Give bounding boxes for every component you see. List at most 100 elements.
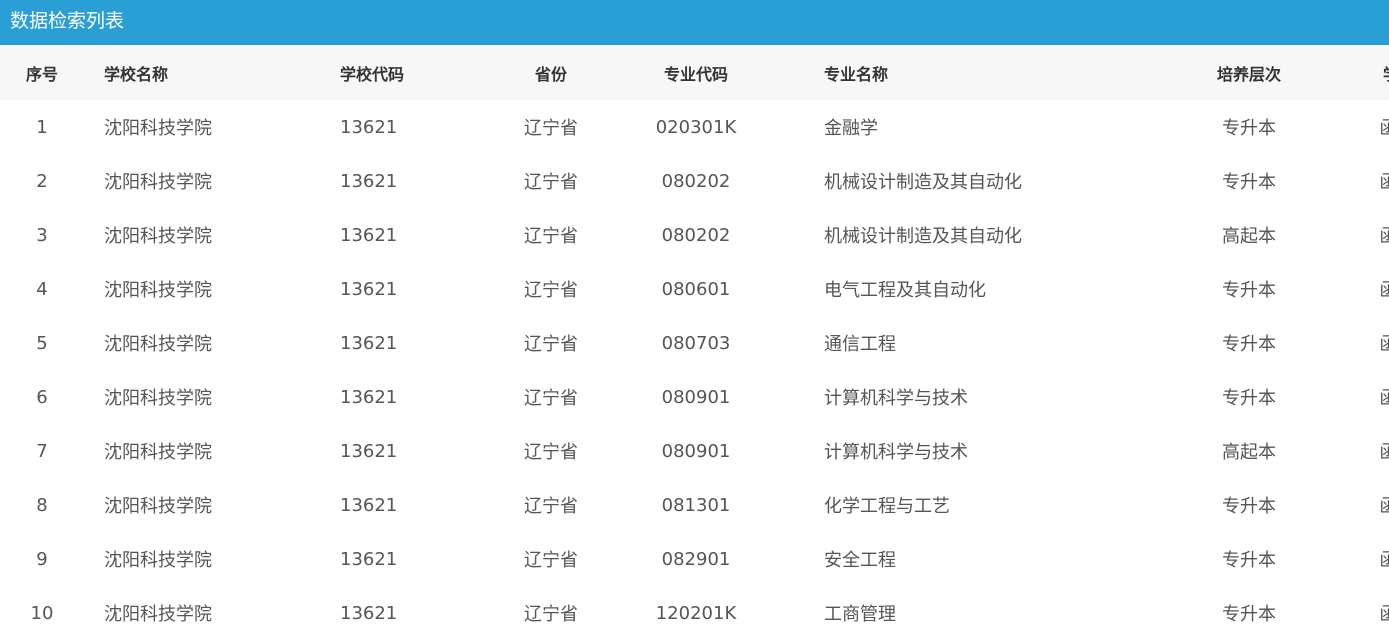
cell-province: 辽宁省 [524, 496, 578, 517]
table-row: 5 沈阳科技学院 13621 辽宁省 080703 通信工程 专升本 函授 [0, 316, 1389, 370]
column-header-province: 省份 [534, 64, 567, 84]
cell-major-name: 电气工程及其自动化 [824, 280, 986, 301]
data-table: 序号 学校名称 学校代码 省份 专业代码 专业名称 培养层次 学习形式 1 沈阳科… [0, 45, 1389, 640]
cell-province: 辽宁省 [524, 334, 578, 355]
table-row: 9 沈阳科技学院 13621 辽宁省 082901 安全工程 专升本 函授 [0, 532, 1389, 586]
cell-province: 辽宁省 [524, 604, 578, 625]
table-row: 6 沈阳科技学院 13621 辽宁省 080901 计算机科学与技术 专升本 函授 [0, 370, 1389, 424]
cell-school-name: 沈阳科技学院 [104, 388, 212, 409]
cell-major-name: 金融学 [824, 118, 878, 139]
cell-province: 辽宁省 [524, 550, 578, 571]
cell-major-code: 082901 [661, 548, 731, 570]
cell-province: 辽宁省 [524, 280, 578, 301]
table-row: 3 沈阳科技学院 13621 辽宁省 080202 机械设计制造及其自动化 高起本 函授 [0, 208, 1389, 262]
cell-school-code: 13621 [340, 278, 398, 300]
cell-index: 2 [36, 170, 48, 192]
column-header-school-name: 学校名称 [104, 64, 169, 84]
cell-level: 专升本 [1222, 550, 1276, 571]
column-header-study-mode: 学习形式 [1314, 45, 1389, 100]
cell-school-name: 沈阳科技学院 [104, 496, 212, 517]
column-header-index: 序号 [25, 64, 58, 84]
cell-major-code: 120201K [655, 602, 737, 624]
cell-province: 辽宁省 [524, 172, 578, 193]
table-row: 4 沈阳科技学院 13621 辽宁省 080601 电气工程及其自动化 专升本 函授 [0, 262, 1389, 316]
cell-study-mode: 函授 [1379, 118, 1389, 139]
cell-major-code: 080202 [661, 170, 731, 192]
cell-index: 8 [36, 494, 48, 516]
cell-index: 3 [36, 224, 48, 246]
cell-major-name: 机械设计制造及其自动化 [824, 172, 1022, 193]
panel-title: 数据检索列表 [10, 10, 125, 32]
cell-study-mode: 函授 [1379, 496, 1389, 517]
cell-school-code: 13621 [340, 116, 398, 138]
cell-index: 6 [36, 386, 48, 408]
table-body: 1沈阳科技学院13621辽宁省020301K金融学专升本函授2沈阳科技学院136… [0, 100, 1389, 640]
cell-school-code: 13621 [340, 548, 398, 570]
table-row: 1 沈阳科技学院 13621 辽宁省 020301K 金融学 专升本 函授 [0, 100, 1389, 154]
cell-school-name: 沈阳科技学院 [104, 118, 212, 139]
cell-major-code: 080703 [661, 332, 731, 354]
column-header-level: 培养层次 [1216, 64, 1281, 84]
table-row: 10 沈阳科技学院 13621 辽宁省 120201K 工商管理 专升本 函授 [0, 586, 1389, 640]
table-row: 8 沈阳科技学院 13621 辽宁省 081301 化学工程与工艺 专升本 函授 [0, 478, 1389, 532]
table-row: 7 沈阳科技学院 13621 辽宁省 080901 计算机科学与技术 高起本 函授 [0, 424, 1389, 478]
cell-school-name: 沈阳科技学院 [104, 550, 212, 571]
cell-study-mode: 函授 [1379, 280, 1389, 301]
cell-school-name: 沈阳科技学院 [104, 604, 212, 625]
cell-level: 专升本 [1222, 334, 1276, 355]
cell-level: 专升本 [1222, 604, 1276, 625]
cell-major-code: 081301 [661, 494, 731, 516]
panel-title-bar: 数据检索列表 [0, 0, 1389, 45]
cell-study-mode: 函授 [1379, 442, 1389, 463]
cell-school-code: 13621 [340, 224, 398, 246]
cell-index: 9 [36, 548, 48, 570]
cell-major-name: 安全工程 [824, 550, 896, 571]
cell-school-code: 13621 [340, 602, 398, 624]
cell-school-name: 沈阳科技学院 [104, 442, 212, 463]
table-row: 2 沈阳科技学院 13621 辽宁省 080202 机械设计制造及其自动化 专升本 函授 [0, 154, 1389, 208]
cell-index: 7 [36, 440, 48, 462]
cell-major-code: 080901 [661, 440, 731, 462]
cell-major-name: 化学工程与工艺 [824, 496, 950, 517]
cell-level: 高起本 [1222, 442, 1276, 463]
cell-school-name: 沈阳科技学院 [104, 172, 212, 193]
cell-major-name: 工商管理 [824, 604, 896, 625]
cell-level: 专升本 [1222, 172, 1276, 193]
column-header-school-code: 学校代码 [340, 64, 405, 84]
column-header-major-code: 专业代码 [663, 64, 728, 84]
cell-index: 5 [36, 332, 48, 354]
cell-school-name: 沈阳科技学院 [104, 334, 212, 355]
cell-major-name: 机械设计制造及其自动化 [824, 226, 1022, 247]
column-header-major-name: 专业名称 [824, 64, 889, 84]
cell-province: 辽宁省 [524, 388, 578, 409]
cell-study-mode: 函授 [1379, 334, 1389, 355]
cell-school-code: 13621 [340, 332, 398, 354]
cell-major-code: 020301K [655, 116, 737, 138]
cell-study-mode: 函授 [1379, 172, 1389, 193]
cell-study-mode: 函授 [1379, 604, 1389, 625]
cell-major-code: 080901 [661, 386, 731, 408]
cell-level: 专升本 [1222, 280, 1276, 301]
cell-school-code: 13621 [340, 494, 398, 516]
cell-major-name: 计算机科学与技术 [824, 442, 968, 463]
cell-level: 高起本 [1222, 226, 1276, 247]
cell-province: 辽宁省 [524, 118, 578, 139]
cell-level: 专升本 [1222, 118, 1276, 139]
table-header: 序号 学校名称 学校代码 省份 专业代码 专业名称 培养层次 学习形式 [0, 45, 1389, 100]
cell-study-mode: 函授 [1379, 226, 1389, 247]
cell-level: 专升本 [1222, 496, 1276, 517]
table-header-row: 序号 学校名称 学校代码 省份 专业代码 专业名称 培养层次 学习形式 [0, 45, 1389, 100]
cell-study-mode: 函授 [1379, 550, 1389, 571]
cell-index: 4 [36, 278, 48, 300]
cell-province: 辽宁省 [524, 442, 578, 463]
cell-major-code: 080202 [661, 224, 731, 246]
cell-school-code: 13621 [340, 170, 398, 192]
cell-school-name: 沈阳科技学院 [104, 226, 212, 247]
cell-major-name: 通信工程 [824, 334, 896, 355]
cell-province: 辽宁省 [524, 226, 578, 247]
cell-study-mode: 函授 [1379, 388, 1389, 409]
cell-index: 1 [36, 116, 48, 138]
cell-school-code: 13621 [340, 440, 398, 462]
cell-school-code: 13621 [340, 386, 398, 408]
cell-school-name: 沈阳科技学院 [104, 280, 212, 301]
